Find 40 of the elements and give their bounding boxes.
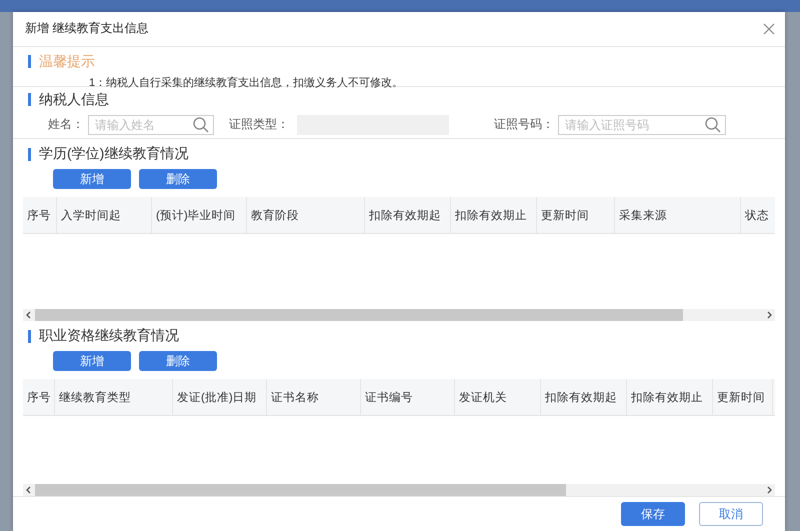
add-button[interactable]: 新增 (53, 351, 131, 372)
column-header[interactable]: 序号 (23, 379, 55, 416)
search-icon[interactable] (192, 116, 210, 134)
search-field[interactable]: 请输入姓名 (88, 114, 214, 135)
field-label: 证照类型： (229, 116, 289, 134)
close-icon[interactable] (763, 22, 775, 35)
delete-button[interactable]: 删除 (139, 169, 217, 190)
column-header[interactable]: 继续教育类型 (55, 379, 173, 416)
search-icon[interactable] (704, 116, 722, 134)
section-title: 职业资格继续教育情况 (39, 327, 179, 346)
horizontal-scrollbar[interactable] (23, 484, 775, 496)
column-header[interactable]: 更新时间 (713, 379, 773, 416)
field-label: 姓名： (48, 116, 84, 134)
column-header[interactable]: 序号 (23, 197, 57, 234)
section-title: 学历(学位)继续教育情况 (39, 145, 188, 164)
column-header[interactable]: 证书名称 (267, 379, 361, 416)
column-header[interactable]: 更新时间 (537, 197, 615, 234)
column-header[interactable]: 教育阶段 (247, 197, 365, 234)
column-header[interactable]: 扣除有效期止 (627, 379, 713, 416)
cancel-button[interactable]: 取消 (699, 502, 763, 526)
column-header[interactable]: 状态 (741, 197, 775, 234)
column-header[interactable]: 发证机关 (455, 379, 541, 416)
column-header[interactable]: 扣除有效期起 (541, 379, 627, 416)
notice-title: 温馨提示 (39, 52, 95, 71)
column-header[interactable]: 入学时间起 (57, 197, 152, 234)
notice-text: 1：纳税人自行采集的继续教育支出信息，扣缴义务人不可修改。 (89, 76, 404, 90)
horizontal-scrollbar[interactable] (23, 309, 775, 322)
field-label: 证照号码： (494, 116, 554, 134)
column-header[interactable]: 扣除有效期止 (451, 197, 537, 234)
search-field[interactable]: 请输入证照号码 (558, 114, 726, 135)
column-header[interactable]: 扣除有效期起 (365, 197, 451, 234)
save-button[interactable]: 保存 (621, 502, 685, 526)
delete-button[interactable]: 删除 (139, 351, 217, 372)
dialog-title: 新增 继续教育支出信息 (25, 20, 148, 38)
section-title: 纳税人信息 (39, 90, 109, 109)
column-header[interactable]: (预计)毕业时间 (152, 197, 247, 234)
column-header[interactable]: 采集来源 (615, 197, 741, 234)
add-button[interactable]: 新增 (53, 169, 131, 190)
column-header[interactable]: 发证(批准)日期 (173, 379, 267, 416)
column-header[interactable]: 证书编号 (361, 379, 455, 416)
